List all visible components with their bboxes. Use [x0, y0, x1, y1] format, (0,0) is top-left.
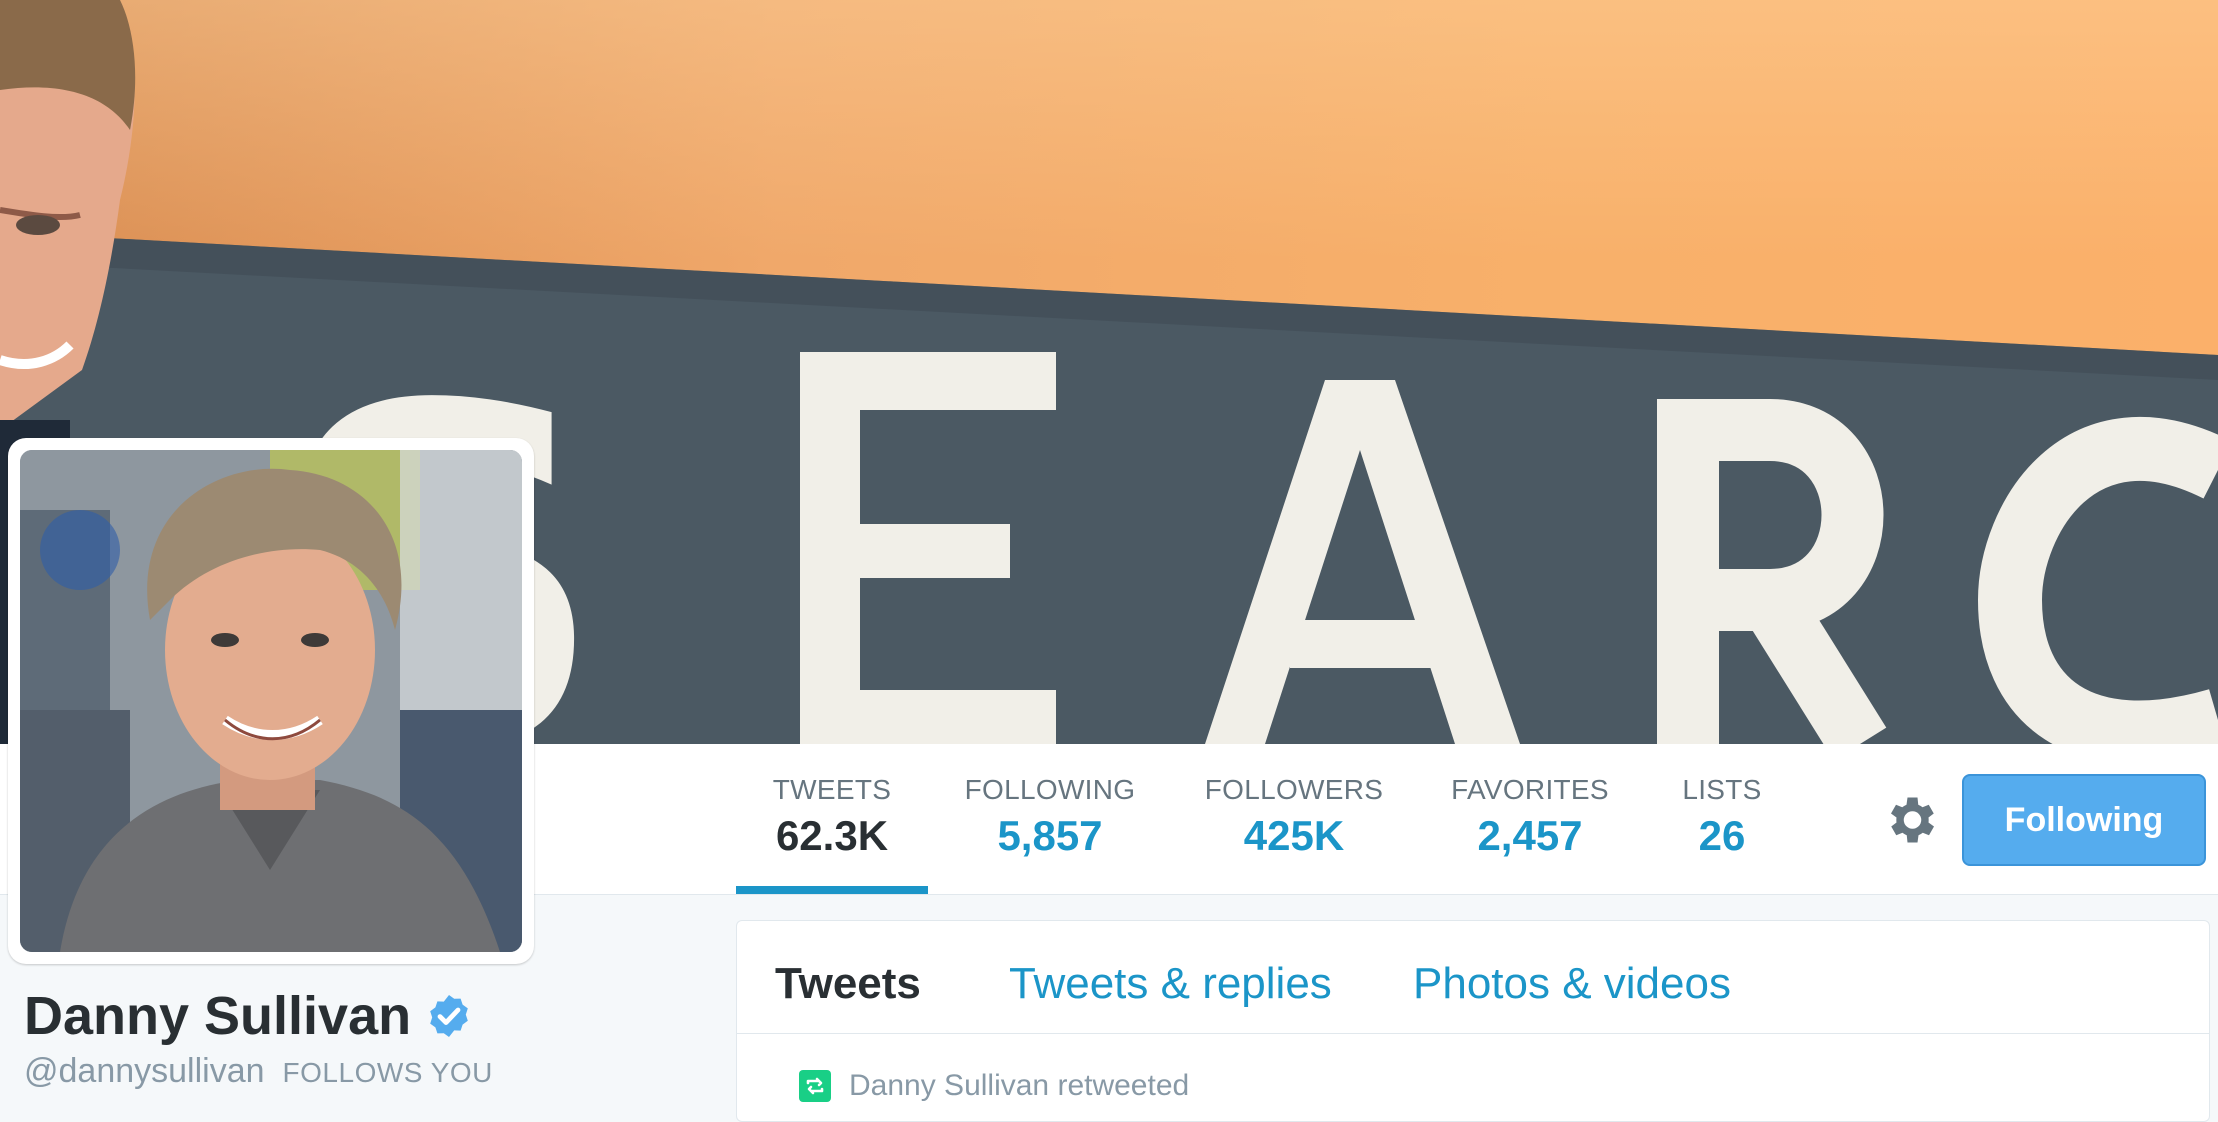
following-button[interactable]: Following [1962, 774, 2206, 866]
stat-following-value: 5,857 [997, 812, 1103, 859]
profile-handle[interactable]: @dannysullivan [24, 1052, 265, 1091]
tab-tweets[interactable]: Tweets [775, 959, 921, 1009]
stat-tweets-value: 62.3K [775, 812, 889, 859]
profile-handle-row: @dannysullivan FOLLOWS YOU [24, 1052, 493, 1091]
tab-tweets-and-replies[interactable]: Tweets & replies [1009, 959, 1332, 1009]
stat-followers-value: 425K [1243, 812, 1345, 859]
retweet-icon [799, 1070, 831, 1102]
stat-lists[interactable]: LISTS 26 [1672, 774, 1772, 860]
gear-icon[interactable] [1880, 790, 1940, 850]
profile-name[interactable]: Danny Sullivan [24, 985, 411, 1047]
stat-followers-label: FOLLOWERS [1204, 774, 1384, 805]
timeline-tabs: Tweets Tweets & replies Photos & videos [737, 921, 2209, 1034]
stat-tweets[interactable]: TWEETS 62.3K [748, 774, 916, 860]
stat-favorites[interactable]: FAVORITES 2,457 [1444, 774, 1616, 860]
profile-name-row: Danny Sullivan [24, 985, 473, 1047]
stat-favorites-value: 2,457 [1477, 812, 1583, 859]
stat-following[interactable]: FOLLOWING 5,857 [960, 774, 1140, 860]
verified-badge-icon [430, 995, 468, 1037]
stat-tweets-label: TWEETS [772, 774, 892, 805]
follows-you-badge: FOLLOWS YOU [282, 1057, 493, 1088]
timeline-card: Tweets Tweets & replies Photos & videos … [736, 920, 2210, 1122]
stat-lists-value: 26 [1698, 812, 1746, 859]
stat-followers[interactable]: FOLLOWERS 425K [1200, 774, 1388, 860]
tab-photos-and-videos[interactable]: Photos & videos [1413, 959, 1731, 1009]
avatar[interactable] [8, 438, 534, 964]
stat-favorites-label: FAVORITES [1451, 774, 1609, 805]
active-tab-indicator [736, 886, 928, 894]
avatar-photo [20, 450, 522, 952]
stat-lists-label: LISTS [1682, 774, 1762, 805]
stat-following-label: FOLLOWING [964, 774, 1136, 805]
